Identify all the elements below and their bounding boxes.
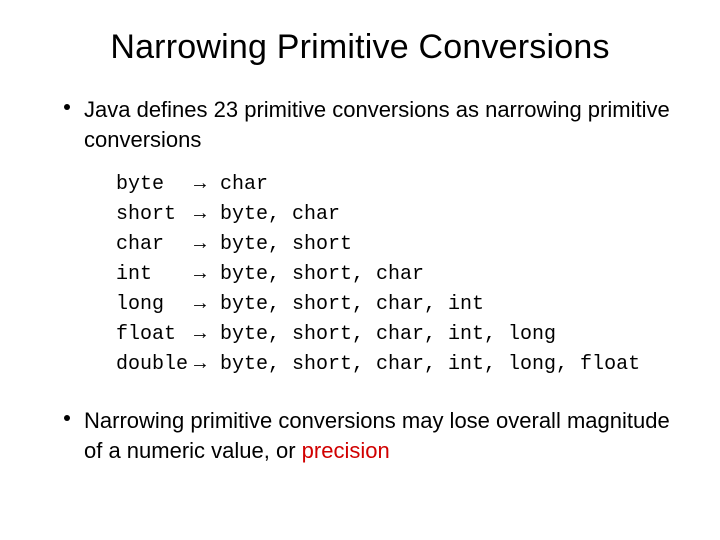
arrow-icon: → xyxy=(194,260,220,290)
arrow-icon: → xyxy=(194,290,220,320)
conversion-from: double xyxy=(116,350,194,380)
bullet-dot-icon xyxy=(64,415,70,421)
bullet-text: Java defines 23 primitive conversions as… xyxy=(84,95,680,154)
conversion-from: float xyxy=(116,320,194,350)
conversion-row: char → byte, short xyxy=(116,230,680,260)
slide-title: Narrowing Primitive Conversions xyxy=(40,28,680,67)
conversion-to: byte, short xyxy=(220,230,352,260)
arrow-icon: → xyxy=(194,230,220,260)
conversion-from: byte xyxy=(116,170,194,200)
bullet-item: Narrowing primitive conversions may lose… xyxy=(64,406,680,465)
arrow-icon: → xyxy=(194,170,220,200)
arrow-icon: → xyxy=(194,350,220,380)
bullet-dot-icon xyxy=(64,104,70,110)
bullet-text-highlight: precision xyxy=(302,438,390,463)
conversion-to: char xyxy=(220,170,268,200)
conversion-to: byte, short, char, int xyxy=(220,290,484,320)
slide: Narrowing Primitive Conversions Java def… xyxy=(0,0,720,540)
conversion-row: byte → char xyxy=(116,170,680,200)
conversion-to: byte, short, char, int, long, float xyxy=(220,350,640,380)
conversion-to: byte, char xyxy=(220,200,340,230)
conversion-to: byte, short, char xyxy=(220,260,424,290)
conversion-row: float → byte, short, char, int, long xyxy=(116,320,680,350)
conversion-from: short xyxy=(116,200,194,230)
arrow-icon: → xyxy=(194,320,220,350)
conversion-row: int → byte, short, char xyxy=(116,260,680,290)
conversion-row: long → byte, short, char, int xyxy=(116,290,680,320)
conversion-to: byte, short, char, int, long xyxy=(220,320,556,350)
conversion-from: long xyxy=(116,290,194,320)
conversion-from: int xyxy=(116,260,194,290)
conversion-row: double → byte, short, char, int, long, f… xyxy=(116,350,680,380)
bullet-text: Narrowing primitive conversions may lose… xyxy=(84,406,680,465)
conversion-from: char xyxy=(116,230,194,260)
arrow-icon: → xyxy=(194,200,220,230)
conversion-row: short → byte, char xyxy=(116,200,680,230)
bullet-item: Java defines 23 primitive conversions as… xyxy=(64,95,680,154)
conversion-table: byte → char short → byte, char char → by… xyxy=(116,170,680,380)
